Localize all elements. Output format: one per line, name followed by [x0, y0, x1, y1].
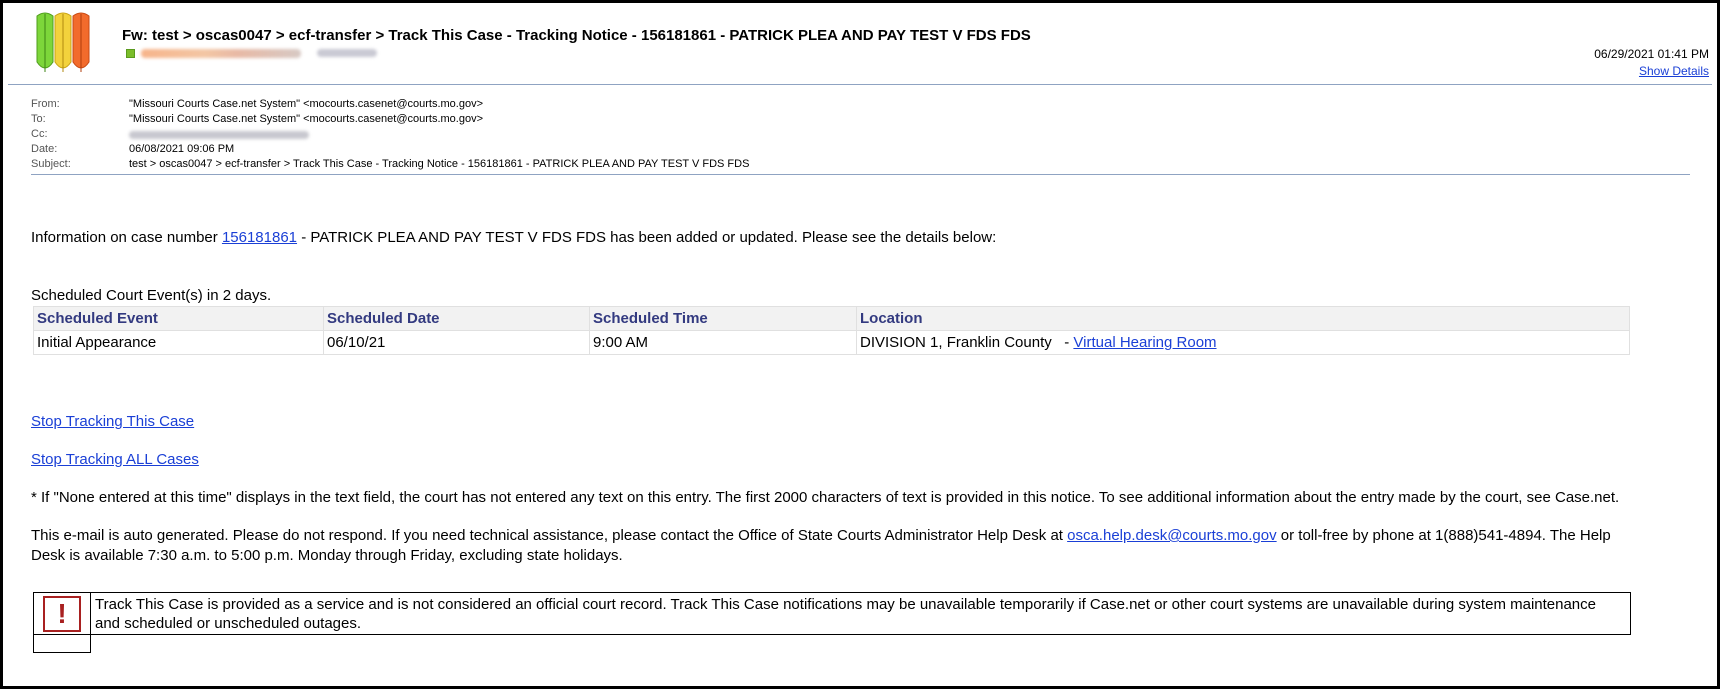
header-divider: [8, 84, 1712, 85]
message-subject-title: Fw: test > oscas0047 > ecf-transfer > Tr…: [122, 27, 1031, 44]
virtual-hearing-room-link[interactable]: Virtual Hearing Room: [1073, 334, 1216, 351]
case-number-link[interactable]: 156181861: [222, 229, 297, 246]
column-header-date: Scheduled Date: [323, 306, 590, 331]
stop-tracking-link[interactable]: Stop Tracking This Case: [31, 413, 194, 430]
table-row: Initial Appearance 06/10/21 9:00 AM DIVI…: [33, 330, 1630, 355]
auto-suffix: or toll-free by phone at 1(888)541-4894.…: [1276, 527, 1611, 544]
scheduled-heading: Scheduled Court Event(s) in 2 days.: [31, 287, 272, 304]
date-label: Date:: [31, 143, 58, 155]
from-label: From:: [31, 98, 60, 110]
date-cell: 06/10/21: [323, 330, 590, 355]
header-date: 06/29/2021 01:41 PM: [1594, 47, 1709, 61]
column-header-event: Scheduled Event: [33, 306, 324, 331]
fields-divider: [31, 174, 1690, 175]
disclaimer-box-footer: [33, 634, 91, 653]
to-label: To:: [31, 113, 46, 125]
event-cell: Initial Appearance: [33, 330, 324, 355]
help-desk-email-link[interactable]: osca.help.desk@courts.mo.gov: [1067, 527, 1277, 544]
from-value: "Missouri Courts Case.net System" <mocou…: [129, 98, 483, 110]
table-header-row: Scheduled Event Scheduled Date Scheduled…: [33, 306, 1630, 331]
exclamation-icon: !: [43, 595, 81, 632]
column-header-location: Location: [856, 306, 1630, 331]
notes-logo-icon: [36, 12, 90, 72]
sender-date-redacted: [317, 49, 377, 57]
auto-generated-line2: Desk is available 7:30 a.m. to 5:00 p.m.…: [31, 547, 623, 564]
intro-suffix: - PATRICK PLEA AND PAY TEST V FDS FDS ha…: [297, 229, 997, 246]
cc-label: Cc:: [31, 128, 48, 140]
scheduled-events-table: Scheduled Event Scheduled Date Scheduled…: [33, 306, 1630, 355]
cc-value-redacted: [129, 131, 309, 139]
sender-row: [126, 47, 377, 59]
text-field-note: * If "None entered at this time" display…: [31, 489, 1620, 506]
time-cell: 9:00 AM: [589, 330, 857, 355]
presence-icon: [126, 48, 135, 58]
intro-paragraph: Information on case number 156181861 - P…: [31, 229, 996, 246]
email-window: Fw: test > oscas0047 > ecf-transfer > Tr…: [0, 0, 1720, 689]
alert-icon-cell: !: [34, 593, 91, 634]
disclaimer-box: ! Track This Case is provided as a servi…: [33, 592, 1631, 635]
sender-name-redacted: [141, 48, 301, 58]
auto-generated-line1: This e-mail is auto generated. Please do…: [31, 527, 1611, 544]
subject-value: test > oscas0047 > ecf-transfer > Track …: [129, 158, 750, 170]
location-cell: DIVISION 1, Franklin County - Virtual He…: [856, 330, 1630, 355]
subject-label: Subject:: [31, 158, 71, 170]
show-details-link[interactable]: Show Details: [1639, 64, 1709, 78]
auto-prefix: This e-mail is auto generated. Please do…: [31, 527, 1068, 544]
column-header-time: Scheduled Time: [589, 306, 857, 331]
stop-tracking-all-link[interactable]: Stop Tracking ALL Cases: [31, 451, 199, 468]
location-text: DIVISION 1, Franklin County -: [860, 334, 1074, 351]
intro-prefix: Information on case number: [31, 229, 222, 246]
disclaimer-text: Track This Case is provided as a service…: [95, 596, 1596, 632]
date-value: 06/08/2021 09:06 PM: [129, 143, 235, 155]
to-value: "Missouri Courts Case.net System" <mocou…: [129, 113, 483, 125]
